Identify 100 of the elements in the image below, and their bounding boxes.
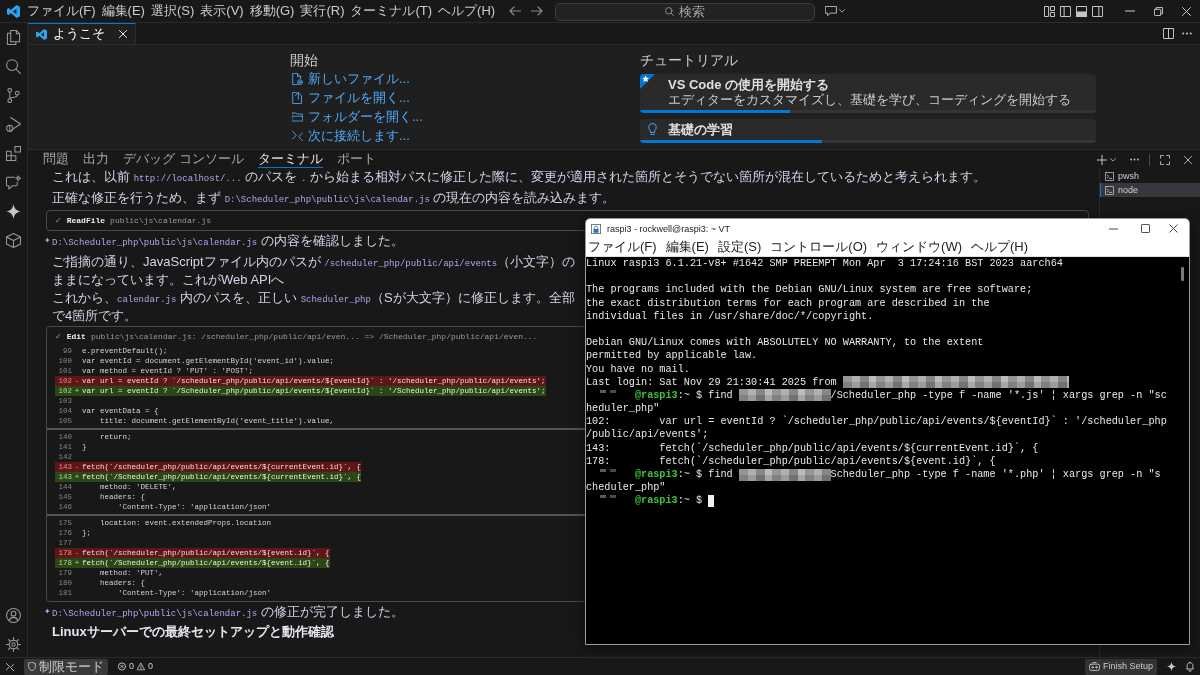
finish-setup-button[interactable]: Finish Setup (1084, 658, 1157, 675)
remote-icon[interactable] (6, 662, 14, 671)
tool-name: ReadFile (66, 215, 106, 227)
terminal-line: individual files in /usr/share/doc/*/copyright. (586, 309, 874, 323)
caret-icon[interactable] (1110, 157, 1116, 162)
chat-message: D:\Scheduler_php\public\js\calendar.js の修正が完了しました。 (52, 603, 405, 621)
editor-tab[interactable]: ようこそ (28, 23, 136, 44)
panel-tab[interactable]: デバッグ コンソール (123, 151, 244, 168)
tool-name: Edit (66, 330, 86, 343)
terminal-list-item[interactable]: node (1100, 183, 1200, 197)
panel-tab[interactable]: ターミナル (257, 151, 323, 168)
forward-arrow-icon[interactable] (531, 6, 544, 16)
settings-icon[interactable] (6, 637, 21, 652)
files-icon[interactable] (6, 30, 21, 45)
cube-icon[interactable] (6, 233, 21, 248)
robot-icon (1088, 662, 1100, 671)
menu-item[interactable]: ファイル(F) (27, 3, 96, 19)
menu-item[interactable]: 編集(E) (665, 239, 709, 255)
welcome-link[interactable]: フォルダーを開く... (290, 107, 640, 126)
open-file-icon (292, 91, 303, 104)
sparkle-icon: ✦ (44, 603, 51, 619)
more-icon[interactable] (1130, 158, 1139, 161)
terminal-line: permitted by applicable law. (586, 349, 758, 363)
terminal-app-icon (591, 223, 601, 234)
star-badge-icon (640, 74, 655, 89)
plus-icon[interactable] (1097, 154, 1107, 165)
sparkle-icon[interactable] (6, 204, 21, 219)
terminal-text: :~ $ find (677, 468, 734, 482)
sparkle-icon: ✦ (44, 233, 51, 249)
menu-item[interactable]: コントロール(O) (770, 239, 868, 255)
menu-item[interactable]: ターミナル(T) (350, 3, 433, 19)
chat-sparkle-icon[interactable] (6, 175, 21, 190)
lightbulb-icon (648, 123, 657, 135)
extensions-icon[interactable] (6, 146, 21, 161)
terminal-text: :~ $ find (677, 388, 734, 403)
card-title: 基礎の学習 (668, 122, 734, 137)
menu-item[interactable]: 編集(E) (101, 3, 145, 19)
terminal-line: cheduler_php" (586, 481, 666, 495)
restore-icon[interactable] (1153, 6, 1163, 16)
bell-icon[interactable] (1186, 661, 1194, 672)
folder-icon (292, 110, 303, 123)
more-icon[interactable] (1182, 32, 1192, 35)
chat-message: これは、以前 http://localhost/... のパスを . から始まる相対パスに修正した際に、変更が適用された箇所とそうでない箇所が混在しているためと考えられます。 (52, 169, 987, 186)
terminal-line: 178: fetch(`/scheduler_php/public/api/events/${event.id}`, { (586, 454, 996, 468)
check-icon: ✓ (55, 330, 62, 343)
chat-message: D:\Scheduler_php\public\js\calendar.js の内容を確認しました。 (52, 233, 405, 250)
maximize-icon[interactable] (1141, 224, 1150, 233)
window-title: raspi3 - rockwell@raspi3: ~ VT (607, 223, 730, 234)
chat-icon[interactable] (825, 6, 838, 16)
app-logo-icon (36, 28, 47, 40)
tool-detail: public\js\calendar.js: /scheduler_php/public/api/even... => /Scheduler_php/public/api/even... (90, 330, 538, 343)
menu-item[interactable]: 選択(S) (150, 3, 195, 19)
chat-message: これから、calendar.js 内のパスを、正しい Scheduler_php（Sが大文字）に修正します。全部で4箇所です。 (52, 289, 576, 324)
search-field[interactable]: 検索 (555, 2, 816, 21)
menu-item[interactable]: 実行(R) (300, 3, 345, 19)
menu-item[interactable]: ヘルプ(H) (438, 3, 496, 19)
caret-icon[interactable] (839, 9, 846, 13)
restricted-mode-button[interactable]: 制限モード (24, 658, 108, 675)
welcome-link[interactable]: ファイルを開く... (290, 88, 640, 107)
run-debug-icon[interactable] (6, 117, 21, 132)
panel-tab[interactable]: 出力 (83, 151, 109, 168)
source-control-icon[interactable] (6, 88, 21, 103)
walkthrough-card[interactable]: 基礎の学習 (640, 119, 1096, 143)
terminal-line: Debian GNU/Linux comes with ABSOLUTELY NO WARRANTY, to the extent (586, 336, 984, 350)
prompt-host: @raspi3 (634, 468, 678, 482)
back-arrow-icon[interactable] (509, 6, 522, 16)
app-logo-icon (7, 4, 20, 18)
menu-item[interactable]: 設定(S) (717, 239, 762, 255)
prompt-host: @raspi3 (634, 388, 678, 403)
scrollbar-thumb[interactable] (1181, 267, 1184, 281)
terminal-line: the exact distribution terms for each program are described in the (586, 296, 990, 310)
chat-message: ご指摘の通り、JavaScriptファイル内のパスが /scheduler_php/public/api/events（小文字）のままになっています。これがWeb APIへ (52, 253, 577, 288)
problems-button[interactable]: 0 0 (114, 658, 158, 675)
menu-item[interactable]: 表示(V) (200, 3, 244, 19)
menu-item[interactable]: 移動(G) (249, 3, 295, 19)
search-icon[interactable] (6, 59, 21, 74)
left-sidebar-icon[interactable] (1060, 5, 1071, 17)
right-sidebar-icon[interactable] (1092, 5, 1103, 17)
terminal-text: /Scheduler_php -type f -name '*.js' ¦ xargs grep -n "sc (830, 388, 1167, 403)
account-icon[interactable] (6, 608, 21, 623)
menu-item[interactable]: ファイル(F) (588, 239, 657, 255)
menu-item[interactable]: ウィンドウ(W) (876, 239, 962, 255)
tool-detail: public\js\calendar.js (110, 215, 211, 227)
sparkle-icon[interactable] (1167, 662, 1176, 671)
search-icon (665, 6, 675, 16)
split-editor-icon[interactable] (1163, 28, 1174, 39)
remote-connect-icon (292, 129, 303, 142)
bottom-panel-icon[interactable] (1076, 5, 1087, 17)
panel-tab[interactable]: ポート (336, 151, 376, 168)
chat-message: 正確な修正を行うため、まず D:\Scheduler_php\public\js\calendar.js の現在の内容を読み込みます。 (52, 189, 617, 207)
welcome-link[interactable]: 次に接続します... (290, 126, 640, 145)
welcome-link[interactable]: 新しいファイル... (290, 69, 640, 88)
walkthrough-card[interactable]: VS Code の使用を開始する エディターをカスタマイズし、基礎を学び、コーディングを開始する (640, 74, 1096, 113)
panel-tab[interactable]: 問題 (43, 151, 69, 168)
menu-item[interactable]: ヘルプ(H) (971, 239, 1029, 255)
close-icon[interactable] (1169, 224, 1178, 233)
terminal-line: Linux raspi3 6.1.21-v8+ #1642 SMP PREEMPT Mon Apr 3 17:24:16 BST 2023 aarch64 (586, 257, 1063, 271)
customize-layout-icon[interactable] (1044, 5, 1055, 17)
warning-icon (137, 662, 145, 671)
terminal-list-item[interactable]: pwsh (1100, 169, 1200, 183)
